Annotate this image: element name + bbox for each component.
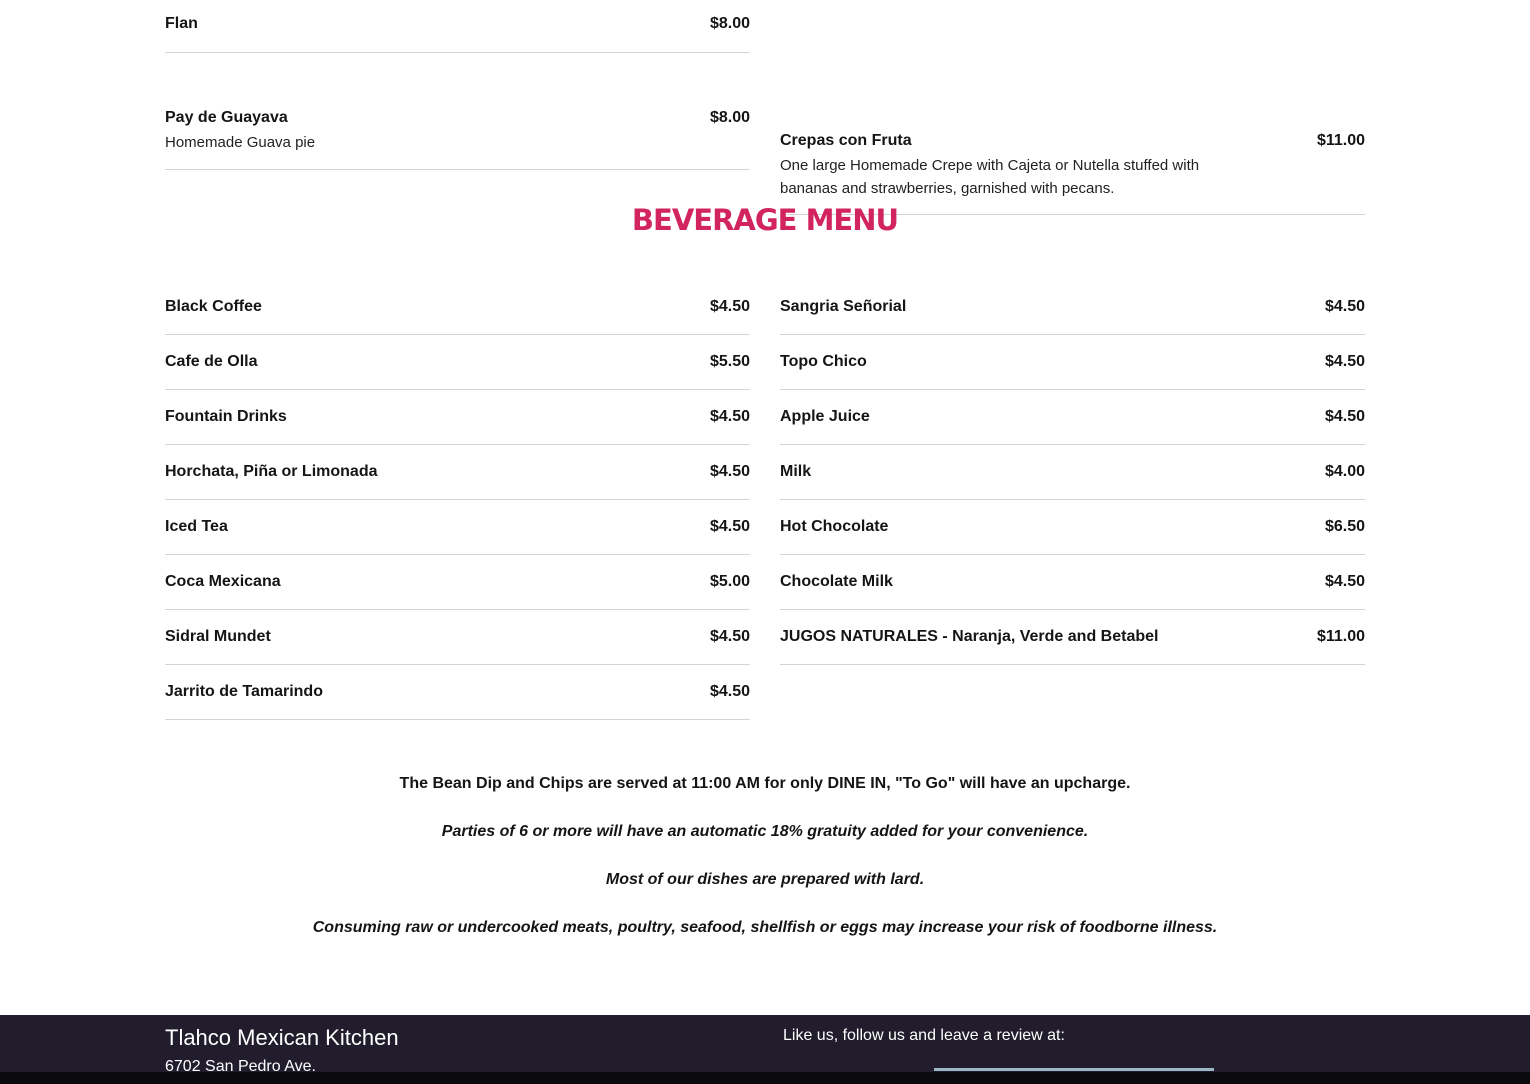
item-name: Topo Chico — [780, 353, 867, 370]
item-name: Chocolate Milk — [780, 573, 893, 590]
bottom-strip — [0, 1072, 1530, 1084]
beverage-item: Horchata, Piña or Limonada $4.50 — [165, 445, 750, 500]
beverage-item: Fountain Drinks $4.50 — [165, 390, 750, 445]
item-name: JUGOS NATURALES - Naranja, Verde and Bet… — [780, 628, 1159, 645]
beverage-item: Hot Chocolate $6.50 — [780, 500, 1365, 555]
item-name: Horchata, Piña or Limonada — [165, 463, 378, 480]
item-name: Coca Mexicana — [165, 573, 281, 590]
item-price: $6.50 — [1324, 518, 1365, 535]
item-price: $4.00 — [1324, 463, 1365, 480]
item-price: $8.00 — [709, 15, 750, 32]
beverage-item: Milk $4.00 — [780, 445, 1365, 500]
item-price: $11.00 — [1316, 628, 1365, 645]
item-name: Cafe de Olla — [165, 353, 258, 370]
item-name: Pay de Guayava — [165, 109, 288, 126]
note-raw-warning: Consuming raw or undercooked meats, poul… — [312, 919, 1218, 936]
item-name: Hot Chocolate — [780, 518, 889, 535]
item-name: Flan — [165, 15, 198, 32]
item-price: $4.50 — [709, 628, 750, 645]
item-description: One large Homemade Crepe with Cajeta or … — [780, 157, 1200, 197]
item-price: $4.50 — [1324, 408, 1365, 425]
item-description: Homemade Guava pie — [165, 134, 316, 151]
footer-restaurant-name: Tlahco Mexican Kitchen — [165, 1025, 399, 1050]
item-price: $8.00 — [709, 109, 750, 126]
item-name: Apple Juice — [780, 408, 870, 425]
item-name: Jarrito de Tamarindo — [165, 683, 323, 700]
item-price: $4.50 — [1324, 298, 1365, 315]
item-name: Black Coffee — [165, 298, 262, 315]
item-price: $4.50 — [709, 408, 750, 425]
section-title-beverage-menu: BEVERAGE MENU — [631, 203, 899, 237]
item-price: $5.50 — [709, 353, 750, 370]
item-price: $4.50 — [709, 683, 750, 700]
note-lard: Most of our dishes are prepared with lar… — [605, 871, 925, 888]
footer-follow-text: Like us, follow us and leave a review at… — [783, 1027, 1065, 1044]
menu-notes: The Bean Dip and Chips are served at 11:… — [0, 772, 1530, 964]
item-price: $4.50 — [709, 463, 750, 480]
beverage-item: Sidral Mundet $4.50 — [165, 610, 750, 665]
beverage-item: Iced Tea $4.50 — [165, 500, 750, 555]
beverage-list-right: Sangria Señorial $4.50 Topo Chico $4.50 … — [780, 280, 1365, 665]
dessert-item-flan: $8.00 Flan — [165, 14, 750, 53]
item-name: Sidral Mundet — [165, 628, 271, 645]
beverage-list-left: Black Coffee $4.50 Cafe de Olla $5.50 Fo… — [165, 280, 750, 720]
item-name: Iced Tea — [165, 518, 228, 535]
item-price: $5.00 — [709, 573, 750, 590]
item-price: $4.50 — [709, 518, 750, 535]
item-name: Milk — [780, 463, 812, 480]
beverage-item: Chocolate Milk $4.50 — [780, 555, 1365, 610]
note-gratuity: Parties of 6 or more will have an automa… — [441, 823, 1089, 840]
beverage-item: Coca Mexicana $5.00 — [165, 555, 750, 610]
item-price: $4.50 — [1324, 353, 1365, 370]
item-price: $4.50 — [1324, 573, 1365, 590]
item-price: $4.50 — [709, 298, 750, 315]
menu-page: $8.00 Flan $8.00 Pay de Guayava Homemade… — [0, 0, 1530, 1084]
item-name: Sangria Señorial — [780, 298, 907, 315]
beverage-item: Black Coffee $4.50 — [165, 280, 750, 335]
item-name: Crepas con Fruta — [780, 132, 912, 149]
social-links-bar[interactable] — [934, 1068, 1214, 1071]
beverage-item: JUGOS NATURALES - Naranja, Verde and Bet… — [780, 610, 1365, 665]
beverage-item: Cafe de Olla $5.50 — [165, 335, 750, 390]
dessert-item-pay-de-guayava: $8.00 Pay de Guayava Homemade Guava pie — [165, 92, 750, 170]
beverage-item: Topo Chico $4.50 — [780, 335, 1365, 390]
beverage-item: Apple Juice $4.50 — [780, 390, 1365, 445]
item-price: $11.00 — [1316, 132, 1365, 149]
item-name: Fountain Drinks — [165, 408, 287, 425]
beverage-item: Sangria Señorial $4.50 — [780, 280, 1365, 335]
note-bean-dip: The Bean Dip and Chips are served at 11:… — [399, 775, 1131, 792]
beverage-item: Jarrito de Tamarindo $4.50 — [165, 665, 750, 720]
